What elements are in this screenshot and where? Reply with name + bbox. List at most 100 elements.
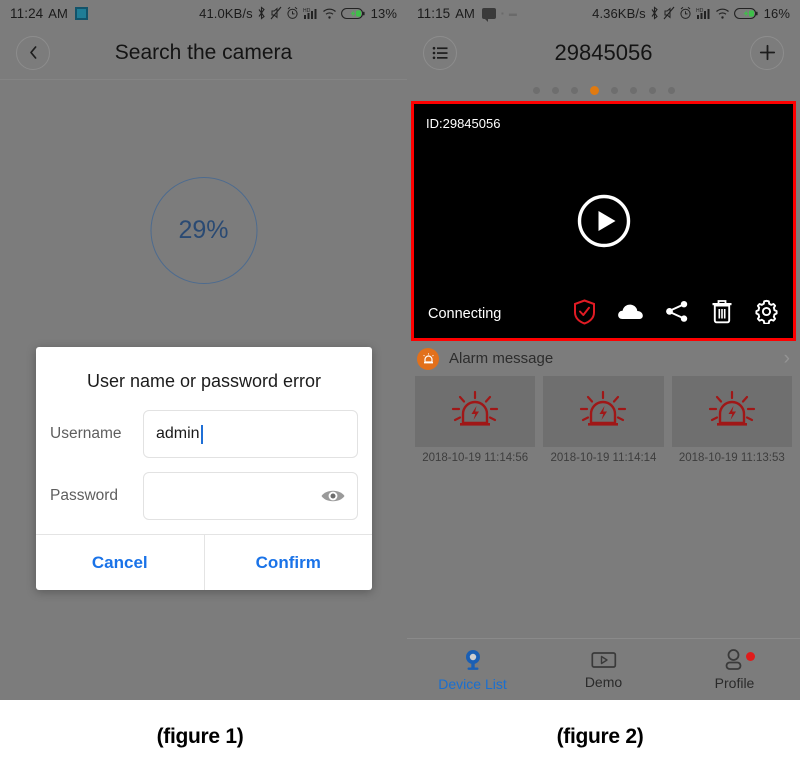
- password-row: Password: [36, 472, 372, 534]
- alarm-thumbnail-grid: 2018-10-19 11:14:56 2018-10-19 11:14:14: [407, 376, 800, 464]
- list-menu-icon[interactable]: [423, 35, 457, 70]
- nav-item-profile[interactable]: Profile: [669, 639, 800, 700]
- eye-icon[interactable]: [320, 488, 346, 505]
- hd-signal-icon: HD: [696, 8, 710, 19]
- battery-charging-icon: [340, 7, 365, 19]
- password-input[interactable]: [143, 472, 358, 520]
- svg-text:HD: HD: [696, 8, 704, 14]
- alarm-icon: [287, 6, 298, 19]
- nav-item-device-list[interactable]: Device List: [407, 639, 538, 700]
- mute-icon: [270, 6, 282, 20]
- pager-dot[interactable]: [610, 86, 618, 94]
- pager-dot[interactable]: [629, 86, 637, 94]
- status-left-icons: [74, 6, 88, 20]
- mute-icon: [663, 6, 675, 20]
- alarm-siren-icon: [708, 390, 755, 426]
- list-item[interactable]: 2018-10-19 11:14:14: [543, 376, 664, 464]
- svg-text:HD: HD: [303, 8, 311, 14]
- nav-item-demo[interactable]: Demo: [538, 639, 669, 700]
- bottom-navigation: Device List Demo Profile: [407, 638, 800, 700]
- pager-dot[interactable]: [551, 86, 559, 94]
- battery-percent: 13%: [370, 5, 397, 21]
- battery-charging-icon: [733, 7, 758, 19]
- alarm-message-header[interactable]: Alarm message ›: [407, 341, 800, 376]
- settings-gear-icon[interactable]: [754, 299, 779, 329]
- back-icon[interactable]: [16, 35, 50, 70]
- bluetooth-icon: [651, 6, 658, 20]
- video-player[interactable]: ID:29845056 Connecting: [411, 101, 796, 341]
- video-toolbar: Connecting: [414, 290, 793, 338]
- wifi-icon: [322, 8, 336, 19]
- alarm-thumbnail[interactable]: [415, 376, 536, 447]
- camera-icon: [465, 649, 480, 670]
- video-status: Connecting: [428, 306, 502, 322]
- bluetooth-icon: [258, 6, 265, 20]
- network-speed: 4.36KB/s: [592, 5, 646, 21]
- username-row: Username admin: [36, 410, 372, 472]
- progress-value: 29%: [178, 216, 229, 244]
- page-title: 29845056: [554, 39, 653, 65]
- password-label: Password: [50, 487, 119, 504]
- status-time: 11:15: [417, 5, 451, 21]
- trash-icon[interactable]: [711, 299, 733, 329]
- login-error-dialog: User name or password error Username adm…: [36, 347, 372, 590]
- cloud-icon[interactable]: [617, 302, 644, 327]
- confirm-button[interactable]: Confirm: [203, 535, 373, 590]
- alarm-timestamp: 2018-10-19 11:13:53: [678, 452, 785, 464]
- figure-captions: (figure 1) (figure 2): [0, 700, 800, 773]
- caption-figure-2: (figure 2): [556, 724, 644, 748]
- video-toolbar-icons: [573, 298, 779, 330]
- battery-percent: 16%: [763, 5, 790, 21]
- content-filler: [407, 464, 800, 638]
- pager-dot[interactable]: [667, 86, 675, 94]
- notification-badge: [745, 652, 755, 661]
- shield-check-icon[interactable]: [573, 298, 596, 330]
- text-caret: [200, 424, 203, 444]
- alarm-message-title: Alarm message: [449, 350, 554, 367]
- alarm-icon: [680, 6, 691, 19]
- video-demo-icon: [590, 651, 616, 668]
- alarm-timestamp: 2018-10-19 11:14:56: [422, 452, 529, 464]
- username-input[interactable]: admin: [143, 410, 358, 458]
- pager-dots[interactable]: [407, 79, 800, 101]
- network-speed: 41.0KB/s: [199, 5, 253, 21]
- alarm-siren-icon: [417, 347, 439, 370]
- status-ampm: AM: [48, 5, 68, 21]
- pager-dot[interactable]: [532, 86, 540, 94]
- status-right-icons: 4.36KB/s HD 16%: [592, 6, 790, 21]
- phone-screen-figure-2: 11:15 AM ▪ ▬ 4.36KB/s HD 16% 29845056 ID…: [407, 0, 800, 700]
- dialog-actions: Cancel Confirm: [36, 534, 372, 590]
- alarm-timestamp: 2018-10-19 11:14:14: [550, 452, 657, 464]
- pager-dot[interactable]: [648, 86, 656, 94]
- progress-ring: 29%: [150, 177, 257, 284]
- chevron-right-icon[interactable]: ›: [784, 348, 790, 370]
- pager-dot[interactable]: [570, 86, 578, 94]
- wifi-icon: [715, 8, 729, 19]
- cancel-button[interactable]: Cancel: [36, 535, 204, 590]
- hd-signal-icon: HD: [303, 8, 317, 19]
- person-icon: [725, 648, 741, 670]
- caption-figure-1: (figure 1): [156, 724, 244, 748]
- list-item[interactable]: 2018-10-19 11:14:56: [415, 376, 536, 464]
- top-bar-right: 29845056: [407, 26, 800, 79]
- status-time: 11:24: [10, 5, 44, 21]
- share-icon[interactable]: [665, 300, 690, 328]
- list-item[interactable]: 2018-10-19 11:13:53: [671, 376, 792, 464]
- small-icon-1: ▪: [500, 8, 504, 18]
- pager-dot-active[interactable]: [589, 85, 599, 95]
- alarm-siren-icon: [452, 390, 499, 426]
- phone-screen-figure-1: 11:24 AM 41.0KB/s HD 13% Search the came…: [0, 0, 407, 700]
- alarm-thumbnail[interactable]: [671, 376, 792, 447]
- plus-icon[interactable]: [750, 35, 784, 70]
- dialog-title: User name or password error: [86, 371, 322, 391]
- play-circle-icon[interactable]: [576, 194, 631, 249]
- nav-label: Profile: [714, 674, 755, 691]
- small-icon-2: ▬: [508, 8, 518, 18]
- nav-label: Demo: [584, 673, 623, 690]
- status-ampm: AM: [455, 5, 475, 21]
- sms-icon: [481, 7, 496, 22]
- alarm-thumbnail[interactable]: [543, 376, 664, 447]
- nav-label: Device List: [438, 675, 507, 692]
- username-label: Username: [50, 425, 122, 442]
- status-right-icons: 41.0KB/s HD 13%: [199, 6, 397, 21]
